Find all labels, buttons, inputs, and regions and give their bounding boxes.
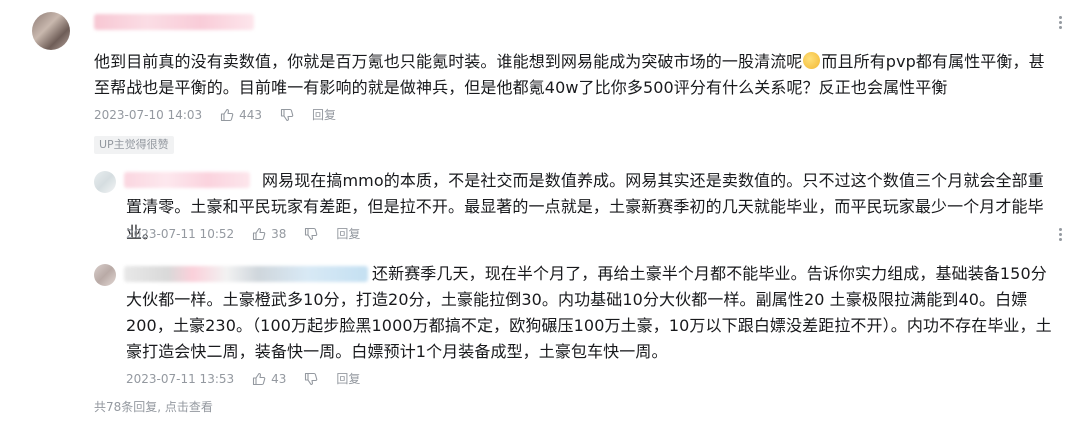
username[interactable] <box>94 14 254 30</box>
reply-date: 2023-07-11 13:53 <box>126 372 235 386</box>
dislike-button[interactable] <box>280 108 294 122</box>
reply-avatar[interactable] <box>94 264 116 286</box>
reply-text: 还新赛季几天，现在半个月了，再给土豪半个月都不能毕业。告诉你实力组成，基础装备1… <box>126 264 1052 361</box>
avatar[interactable] <box>32 12 70 50</box>
like-button[interactable]: 38 <box>252 225 286 243</box>
thumbs-up-icon <box>253 372 266 386</box>
reply-avatar[interactable] <box>94 171 116 193</box>
like-count: 443 <box>239 108 263 122</box>
more-menu-icon[interactable] <box>1053 226 1067 242</box>
like-button[interactable]: 43 <box>252 370 286 388</box>
like-count: 38 <box>271 227 287 241</box>
up-liked-badge: UP主觉得很赞 <box>94 136 174 154</box>
reply-meta: 2023-07-11 13:53 43 回复 <box>126 370 360 388</box>
dislike-button[interactable] <box>304 372 318 386</box>
thumbs-down-icon <box>305 227 318 241</box>
thumbs-down-icon <box>280 108 294 122</box>
dislike-button[interactable] <box>304 227 318 241</box>
more-menu-icon[interactable] <box>1053 14 1067 30</box>
thumbs-up-icon <box>253 227 266 241</box>
thumbs-up-icon <box>221 108 234 122</box>
thumbs-down-icon <box>305 372 318 386</box>
like-count: 43 <box>271 372 287 386</box>
comment-date: 2023-07-10 14:03 <box>94 108 203 122</box>
reply-button[interactable]: 回复 <box>312 106 336 124</box>
reply-button[interactable]: 回复 <box>336 225 360 243</box>
like-button[interactable]: 443 <box>220 106 262 124</box>
comment-meta: 2023-07-10 14:03 443 回复 <box>94 106 336 124</box>
reply-button[interactable]: 回复 <box>336 370 360 388</box>
comment-text: 他到目前真的没有卖数值，你就是百万氪也只能氪时装。谁能想到网易能成为突破市场的一… <box>94 49 1060 101</box>
comment-text-part1: 他到目前真的没有卖数值，你就是百万氪也只能氪时装。谁能想到网易能成为突破市场的一… <box>94 52 803 71</box>
reply-meta: 2023-07-11 10:52 38 回复 <box>126 225 360 243</box>
reply-date: 2023-07-11 10:52 <box>126 227 235 241</box>
view-all-replies-link[interactable]: 共78条回复, 点击查看 <box>94 398 213 415</box>
laugh-cry-emoji-icon <box>803 52 821 69</box>
